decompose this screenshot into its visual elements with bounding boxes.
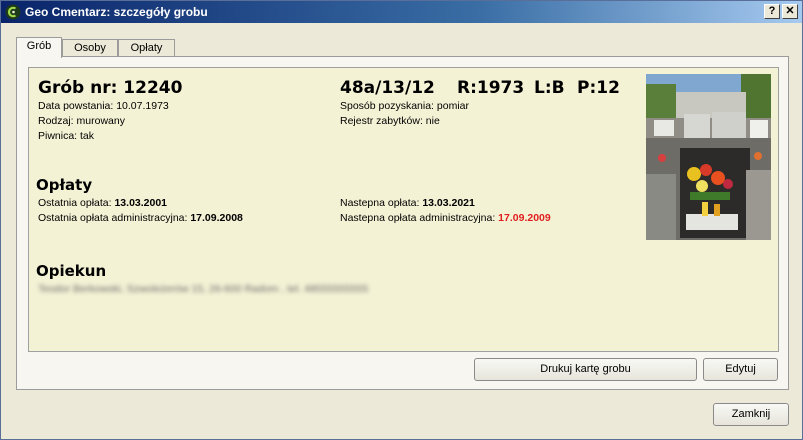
caretaker-details: Teodor Berkowski, Szwoleżerów 15, 26-600… — [38, 283, 369, 295]
grave-row: R:1973 — [457, 78, 525, 98]
next-fee-value: 13.03.2021 — [422, 197, 475, 209]
grave-photo-image — [646, 74, 771, 240]
cellar-info: Piwnica: tak — [38, 130, 95, 142]
last-admin-fee-label: Ostatnia opłata administracyjna: — [38, 212, 191, 224]
grave-number: Grób nr: 12240 — [38, 78, 183, 98]
close-button[interactable]: Zamknij — [713, 403, 789, 426]
next-admin-fee-label: Nastepna opłata administracyjna: — [340, 212, 499, 224]
grave-p: P:12 — [577, 78, 620, 98]
acquisition-method: Sposób pozyskania: pomiar — [340, 100, 469, 112]
grave-info-card: Grób nr: 12240 48a/13/12 R:1973 L:B P:12… — [28, 67, 779, 352]
app-logo-icon — [5, 4, 21, 20]
title-bar[interactable]: Geo Cmentarz: szczegóły grobu ? ✕ — [1, 1, 802, 23]
help-button[interactable]: ? — [764, 4, 780, 19]
next-fee: Nastepna opłata: 13.03.2021 — [340, 197, 475, 210]
tab-fees[interactable]: Opłaty — [118, 39, 175, 57]
window-title: Geo Cmentarz: szczegóły grobu — [25, 5, 208, 19]
tab-panel-grave: Grób nr: 12240 48a/13/12 R:1973 L:B P:12… — [16, 56, 789, 390]
next-fee-label: Nastepna opłata: — [340, 197, 423, 209]
last-admin-fee: Ostatnia opłata administracyjna: 17.09.2… — [38, 212, 243, 225]
grave-location: 48a/13/12 — [340, 78, 435, 98]
next-admin-fee: Nastepna opłata administracyjna: 17.09.2… — [340, 212, 551, 225]
grave-l: L:B — [534, 78, 565, 98]
grave-details-window: Geo Cmentarz: szczegóły grobu ? ✕ Grób O… — [0, 0, 803, 440]
tab-persons[interactable]: Osoby — [62, 39, 118, 57]
last-fee-value: 13.03.2001 — [114, 197, 168, 209]
grave-type: Rodzaj: murowany — [38, 115, 125, 127]
created-date: Data powstania: 10.07.1973 — [38, 100, 169, 112]
monument-register: Rejestr zabytków: nie — [340, 115, 440, 127]
caretaker-heading: Opiekun — [36, 262, 107, 280]
last-fee-label: Ostatnia opłata: — [38, 197, 115, 209]
fees-heading: Opłaty — [36, 176, 93, 194]
tab-grave[interactable]: Grób — [16, 37, 62, 58]
grave-photo[interactable] — [646, 74, 771, 240]
close-window-button[interactable]: ✕ — [782, 4, 798, 19]
last-admin-fee-value: 17.09.2008 — [190, 212, 243, 224]
edit-button[interactable]: Edytuj — [703, 358, 778, 381]
last-fee: Ostatnia opłata: 13.03.2001 — [38, 197, 167, 210]
next-admin-fee-value: 17.09.2009 — [498, 212, 551, 224]
print-grave-card-button[interactable]: Drukuj kartę grobu — [474, 358, 697, 381]
